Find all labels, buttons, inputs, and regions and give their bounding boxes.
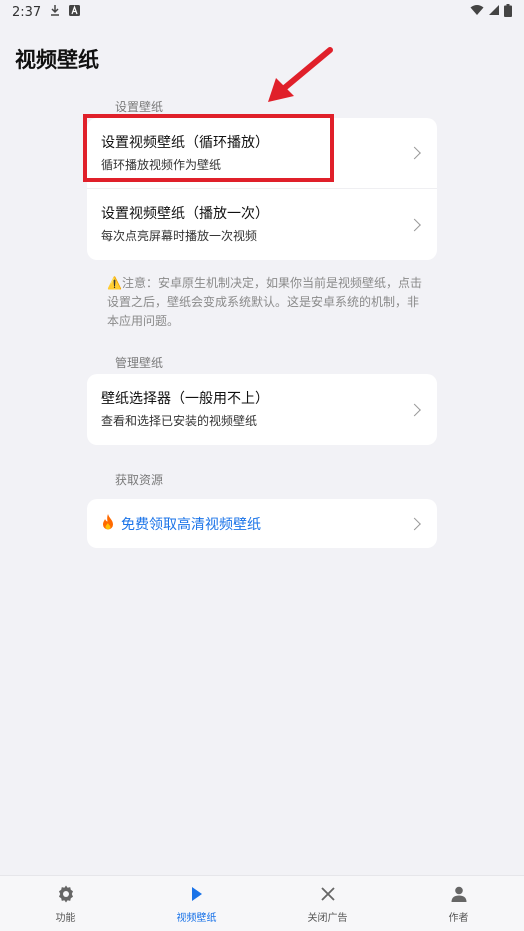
row-subtitle: 每次点亮屏幕时播放一次视频 (101, 229, 258, 243)
wifi-icon (470, 4, 484, 20)
row-subtitle: 循环播放视频作为壁纸 (101, 157, 222, 172)
resources-card: 免费领取高清视频壁纸 (87, 499, 437, 548)
nav-label: 功能 (55, 912, 76, 924)
promo-title: 免费领取高清视频壁纸 (101, 513, 423, 534)
section-label-set-wallpaper: 设置壁纸 (115, 100, 164, 114)
set-wallpaper-card: 设置视频壁纸（循环播放） 循环播放视频作为壁纸 设置视频壁纸（播放一次） 每次点… (87, 118, 437, 260)
free-wallpaper-link[interactable]: 免费领取高清视频壁纸 (87, 499, 437, 548)
promo-label: 免费领取高清视频壁纸 (121, 516, 261, 533)
signal-icon (488, 4, 500, 20)
content: 设置壁纸 设置视频壁纸（循环播放） 循环播放视频作为壁纸 设置视频壁纸（播放一次… (87, 96, 437, 548)
set-once-wallpaper-item[interactable]: 设置视频壁纸（播放一次） 每次点亮屏幕时播放一次视频 (87, 188, 437, 260)
download-icon (49, 4, 61, 20)
nav-item-features[interactable]: 功能 (0, 876, 131, 931)
close-icon (320, 884, 335, 904)
manage-card: 壁纸选择器（一般用不上） 查看和选择已安装的视频壁纸 (87, 374, 437, 445)
gear-icon (57, 884, 75, 904)
set-loop-wallpaper-item[interactable]: 设置视频壁纸（循环播放） 循环播放视频作为壁纸 (87, 118, 437, 188)
fire-icon (101, 513, 115, 534)
status-bar: 2:37 (0, 0, 524, 24)
wallpaper-picker-item[interactable]: 壁纸选择器（一般用不上） 查看和选择已安装的视频壁纸 (87, 374, 437, 445)
bottom-nav: 功能 视频壁纸 关闭广告 作者 (0, 875, 524, 931)
nav-label: 关闭广告 (307, 912, 348, 924)
section-label-resources: 获取资源 (115, 473, 164, 487)
a-notification-icon (69, 4, 81, 20)
section-label-manage: 管理壁纸 (115, 356, 164, 370)
nav-item-author[interactable]: 作者 (393, 876, 524, 931)
row-title: 设置视频壁纸（循环播放） (101, 134, 269, 151)
play-icon (190, 884, 204, 904)
status-time: 2:37 (12, 4, 42, 20)
person-icon (451, 884, 467, 904)
nav-item-video-wallpaper[interactable]: 视频壁纸 (131, 876, 262, 931)
nav-label: 视频壁纸 (176, 912, 217, 924)
row-subtitle: 查看和选择已安装的视频壁纸 (101, 414, 258, 428)
battery-icon (504, 3, 512, 21)
nav-item-close-ads[interactable]: 关闭广告 (262, 876, 393, 931)
nav-label: 作者 (448, 912, 469, 924)
row-title: 壁纸选择器（一般用不上） (101, 391, 269, 407)
notice-text: ⚠️注意：安卓原生机制决定，如果你当前是视频壁纸，点击设置之后，壁纸会变成系统默… (107, 276, 422, 328)
row-title: 设置视频壁纸（播放一次） (101, 206, 269, 222)
page-title: 视频壁纸 (15, 48, 99, 72)
